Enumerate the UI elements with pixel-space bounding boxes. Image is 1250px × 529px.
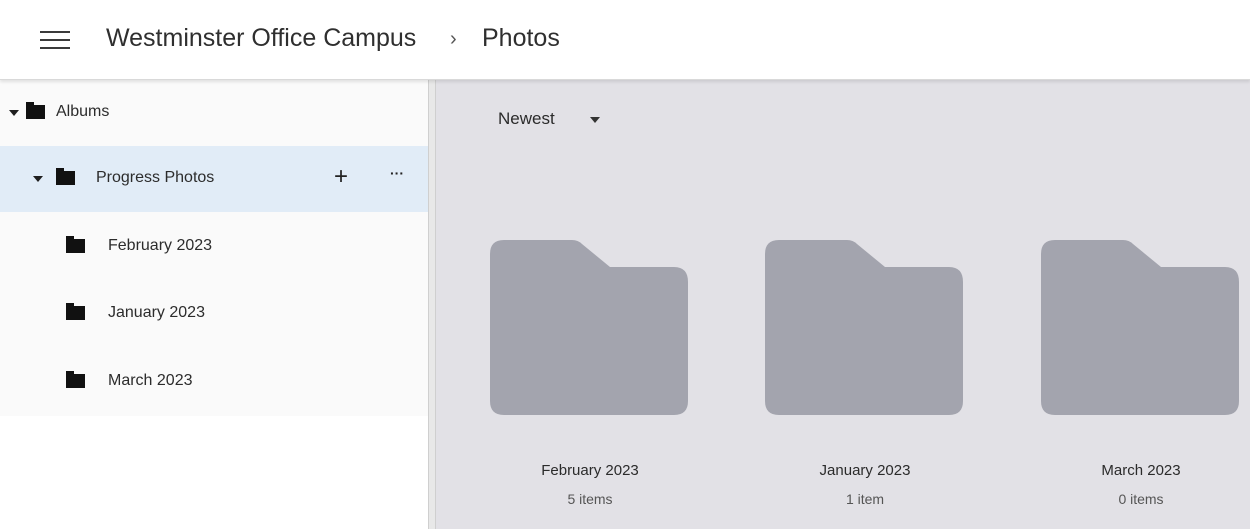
folder-name: March 2023	[1101, 462, 1181, 479]
folder-item-count: 0 items	[1118, 491, 1164, 507]
more-options-button[interactable]: ···	[390, 166, 404, 180]
folder-name: February 2023	[541, 462, 639, 479]
main-content: Newest February 2023 5 items January 202…	[436, 80, 1250, 529]
chevron-down-icon[interactable]	[590, 117, 600, 123]
folder-tree-sidebar: Albums Progress Photos + ··· February 20…	[0, 80, 431, 529]
add-subfolder-button[interactable]: +	[334, 165, 348, 189]
folder-icon	[765, 240, 963, 415]
tree-item-label: January 2023	[108, 304, 205, 321]
tree-item-label: February 2023	[108, 237, 213, 254]
caret-down-icon[interactable]	[9, 110, 19, 116]
sort-dropdown[interactable]: Newest	[498, 109, 555, 129]
folder-icon	[66, 303, 85, 320]
folder-name: January 2023	[819, 462, 911, 479]
folder-icon	[66, 236, 85, 253]
folder-item-count: 1 item	[845, 491, 885, 507]
tree-item-february-2023[interactable]: February 2023	[0, 212, 431, 278]
hamburger-menu-icon[interactable]	[40, 31, 70, 51]
breadcrumb-current: Photos	[482, 24, 560, 52]
folder-icon	[26, 102, 45, 119]
breadcrumb-separator-icon: ›	[450, 28, 457, 50]
tree-item-label: Progress Photos	[96, 169, 215, 186]
tree-item-progress-photos[interactable]: Progress Photos + ···	[0, 146, 431, 212]
tree-item-march-2023[interactable]: March 2023	[0, 348, 431, 414]
tree-item-albums[interactable]: Albums	[0, 80, 431, 146]
top-bar: Westminster Office Campus › Photos	[0, 0, 1250, 80]
folder-item-count: 5 items	[567, 491, 613, 507]
caret-down-icon[interactable]	[33, 176, 43, 182]
tree-item-january-2023[interactable]: January 2023	[0, 280, 431, 346]
folder-icon	[490, 240, 688, 415]
tree-item-label: March 2023	[108, 372, 193, 389]
breadcrumb-root-link[interactable]: Westminster Office Campus	[106, 24, 416, 53]
folder-icon	[1041, 240, 1239, 415]
tree-item-label: Albums	[56, 103, 110, 120]
folder-icon	[56, 168, 75, 185]
folder-icon	[66, 371, 85, 388]
pane-resize-handle[interactable]	[428, 80, 436, 529]
